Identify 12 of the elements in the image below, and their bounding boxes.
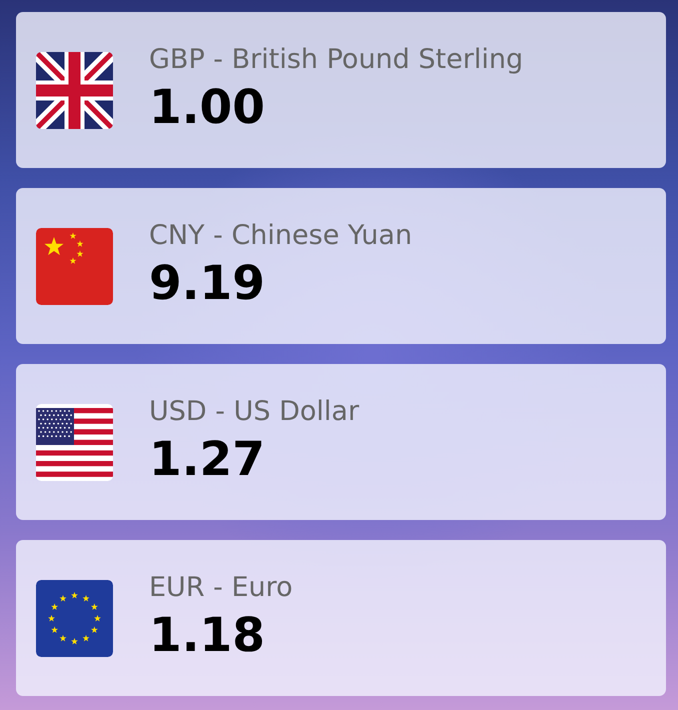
exchange-rate: 9.19 bbox=[149, 256, 266, 312]
uk-flag-icon bbox=[36, 52, 113, 128]
us-flag-icon bbox=[36, 404, 113, 480]
eu-flag-icon bbox=[36, 580, 113, 656]
china-flag-icon bbox=[36, 228, 113, 304]
exchange-rate: 1.27 bbox=[149, 432, 266, 488]
exchange-rate: 1.18 bbox=[149, 608, 266, 664]
currency-name: CNY - Chinese Yuan bbox=[149, 219, 412, 253]
exchange-rate: 1.00 bbox=[149, 80, 266, 136]
currency-name: GBP - British Pound Sterling bbox=[149, 43, 524, 77]
currency-name: USD - US Dollar bbox=[149, 395, 360, 429]
currency-name: EUR - Euro bbox=[149, 571, 293, 605]
